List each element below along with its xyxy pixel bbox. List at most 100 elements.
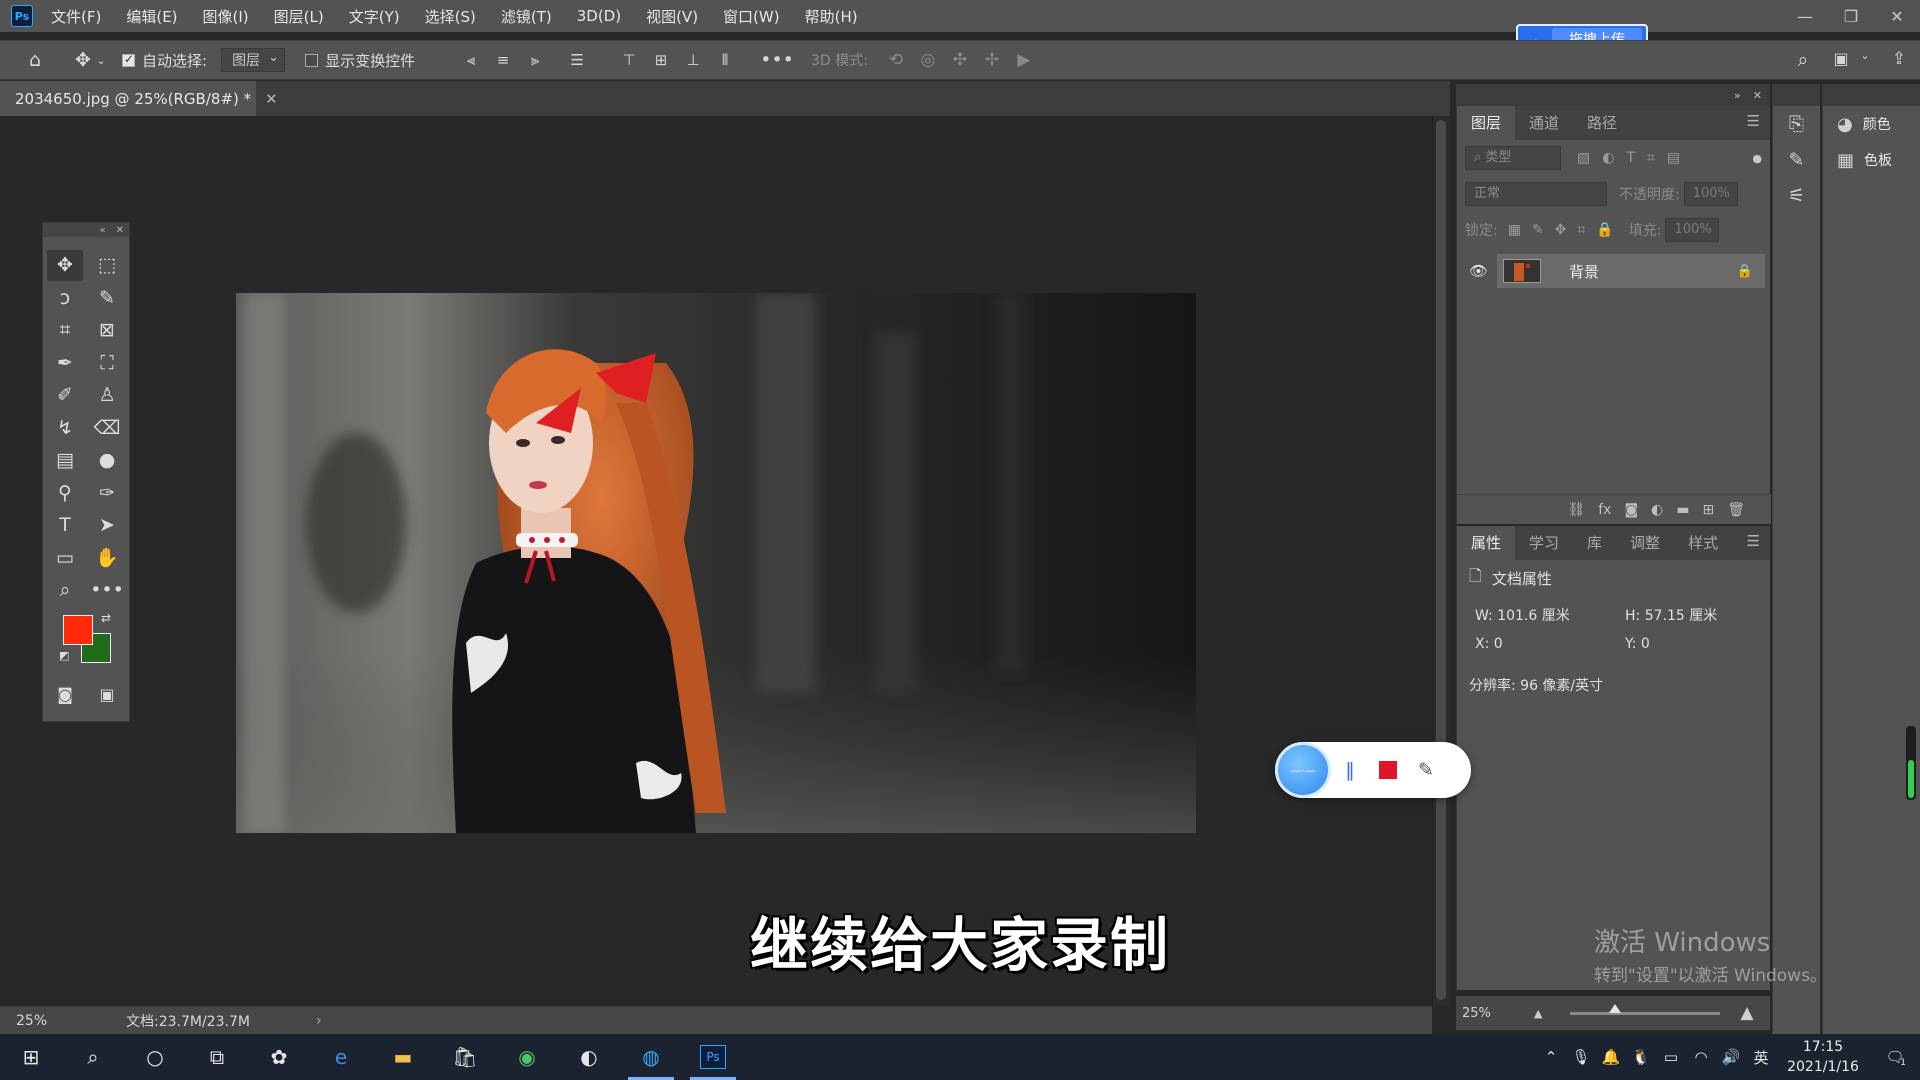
restore-icon[interactable]: ❐: [1828, 0, 1874, 32]
ime-indicator[interactable]: 英: [1746, 1047, 1776, 1068]
menu-layer[interactable]: 图层(L): [274, 6, 324, 27]
marquee-tool-icon[interactable]: ⬚: [86, 249, 128, 282]
minimize-icon[interactable]: —: [1782, 0, 1828, 32]
auto-select-checkbox[interactable]: [122, 52, 135, 67]
adjust-icon[interactable]: ⚟: [1773, 178, 1820, 214]
eraser-tool-icon[interactable]: ⌫: [86, 412, 128, 445]
hand-tool-icon[interactable]: ✋: [86, 542, 128, 575]
status-zoom[interactable]: 25%: [16, 1013, 110, 1029]
stamp-tool-icon[interactable]: ♙: [86, 379, 128, 412]
zoom-slider[interactable]: [1570, 1003, 1721, 1015]
dodge-tool-icon[interactable]: ⚲: [44, 477, 86, 510]
adjustment-layer-icon[interactable]: ◐: [1651, 502, 1663, 518]
tab-properties[interactable]: 属性: [1457, 526, 1516, 560]
pause-icon[interactable]: ‖: [1331, 742, 1369, 798]
ie-browser-icon[interactable]: e: [310, 1034, 372, 1080]
workspace-chevron-icon[interactable]: ⌄: [1858, 49, 1872, 62]
app-icon-1[interactable]: ✿: [248, 1034, 310, 1080]
menu-help[interactable]: 帮助(H): [805, 6, 858, 27]
filter-toggle-icon[interactable]: ●: [1752, 152, 1762, 165]
more-options-icon[interactable]: •••: [760, 49, 794, 71]
new-group-icon[interactable]: ▬: [1676, 502, 1689, 518]
tab-styles[interactable]: 样式: [1674, 526, 1732, 560]
delete-layer-icon[interactable]: 🗑: [1727, 502, 1745, 518]
chevron-down-icon[interactable]: ⌄: [96, 54, 106, 67]
notification-bell-icon[interactable]: 🔔: [1596, 1048, 1626, 1066]
recorder-app-icon[interactable]: ◍: [620, 1034, 682, 1080]
frame-tool-icon[interactable]: ⊠: [86, 314, 128, 347]
eye-icon[interactable]: 👁: [1469, 262, 1488, 280]
show-transform-checkbox[interactable]: [305, 53, 319, 67]
cortana-icon[interactable]: ○: [124, 1034, 186, 1080]
navigator-zoom-value[interactable]: 25%: [1458, 1006, 1508, 1021]
default-colors-icon[interactable]: ◩: [59, 649, 69, 662]
3d-roll-icon[interactable]: ◎: [912, 50, 944, 70]
panel-menu-icon[interactable]: ☰: [1747, 112, 1760, 130]
menu-type[interactable]: 文字(Y): [349, 6, 400, 27]
x-value[interactable]: X: 0: [1475, 636, 1625, 652]
app-icon-photo[interactable]: ◐: [558, 1034, 620, 1080]
zoom-out-icon[interactable]: ▲: [1534, 1007, 1542, 1020]
zoom-slider-knob[interactable]: [1609, 1003, 1622, 1013]
lock-icons[interactable]: ▦✎✥⌗🔒: [1508, 222, 1625, 238]
brush-settings-icon[interactable]: ✎: [1773, 142, 1820, 178]
app-icon-green[interactable]: ◉: [496, 1034, 558, 1080]
wifi-icon[interactable]: ◠: [1686, 1048, 1716, 1066]
height-value[interactable]: H: 57.15 厘米: [1625, 605, 1717, 625]
patch-tool-icon[interactable]: ⛶: [86, 347, 128, 380]
swatches-panel-button[interactable]: ▦ 色板: [1823, 142, 1920, 178]
close-icon[interactable]: ✕: [116, 225, 124, 236]
share-icon[interactable]: ⇪: [1884, 49, 1914, 69]
3d-orbit-icon[interactable]: ⟲: [880, 50, 912, 70]
3d-pan-icon[interactable]: ✣: [944, 50, 976, 70]
align-middle-icon[interactable]: ⊞: [645, 51, 677, 69]
y-value[interactable]: Y: 0: [1625, 636, 1650, 652]
new-layer-icon[interactable]: ⊞: [1702, 502, 1714, 518]
pen-tool-icon[interactable]: ✑: [86, 477, 128, 510]
menu-3d[interactable]: 3D(D): [577, 7, 621, 25]
photoshop-taskbar-icon[interactable]: Ps: [682, 1034, 744, 1080]
path-select-tool-icon[interactable]: ➤: [86, 509, 128, 542]
battery-icon[interactable]: ▭: [1656, 1048, 1686, 1066]
width-value[interactable]: W: 101.6 厘米: [1475, 605, 1625, 625]
search-icon[interactable]: ⌕: [62, 1034, 124, 1080]
tab-channels[interactable]: 通道: [1515, 106, 1573, 140]
history-brush-tool-icon[interactable]: ↯: [44, 412, 86, 445]
align-right-icon[interactable]: ⫸: [519, 51, 551, 69]
add-mask-icon[interactable]: ◙: [1624, 502, 1638, 518]
panel-menu-icon[interactable]: ☰: [1747, 532, 1760, 550]
tab-paths[interactable]: 路径: [1573, 106, 1631, 140]
menu-view[interactable]: 视图(V): [646, 6, 698, 27]
align-top-icon[interactable]: ⊤: [613, 51, 645, 69]
move-tool-icon[interactable]: ✥: [47, 250, 83, 281]
qq-icon[interactable]: 🐧: [1626, 1048, 1656, 1066]
history-icon[interactable]: ⎘: [1773, 106, 1820, 142]
opacity-input[interactable]: 100%: [1683, 182, 1738, 206]
lasso-tool-icon[interactable]: ↄ: [44, 282, 86, 315]
distribute-vertical-icon[interactable]: ⦀: [709, 51, 741, 69]
align-center-icon[interactable]: ≡: [487, 51, 519, 69]
type-tool-icon[interactable]: T: [44, 509, 86, 542]
move-tool-icon[interactable]: ✥: [70, 49, 96, 71]
collapse-icon[interactable]: «: [99, 225, 105, 236]
clock[interactable]: 17:15 2021/1/16: [1776, 1037, 1870, 1077]
chevron-up-icon[interactable]: ⌃: [1536, 1048, 1566, 1066]
menu-file[interactable]: 文件(F): [51, 6, 101, 27]
zoom-in-icon[interactable]: ▲: [1740, 1003, 1753, 1023]
pen-icon[interactable]: ✎: [1407, 742, 1445, 798]
close-icon[interactable]: ✕: [1753, 89, 1762, 102]
color-panel-button[interactable]: ◕ 颜色: [1823, 106, 1920, 142]
windows-start-icon[interactable]: ⊞: [0, 1034, 62, 1080]
lock-icon[interactable]: 🔒: [1737, 264, 1753, 279]
file-explorer-icon[interactable]: ▬: [372, 1034, 434, 1080]
link-layers-icon[interactable]: ⛓: [1567, 502, 1585, 518]
gradient-tool-icon[interactable]: ▤: [44, 444, 86, 477]
tab-learn[interactable]: 学习: [1515, 526, 1573, 560]
layer-row[interactable]: 背景 🔒: [1497, 254, 1765, 288]
menu-edit[interactable]: 编辑(E): [126, 6, 177, 27]
screen-mode-icon[interactable]: ▣: [86, 679, 128, 712]
swap-colors-icon[interactable]: ⇄: [101, 611, 111, 625]
distribute-icon[interactable]: ☰: [561, 51, 593, 69]
layer-filter-icons[interactable]: ▨◐T⌗▤: [1577, 150, 1692, 166]
scrollbar-thumb[interactable]: [1436, 120, 1446, 1000]
